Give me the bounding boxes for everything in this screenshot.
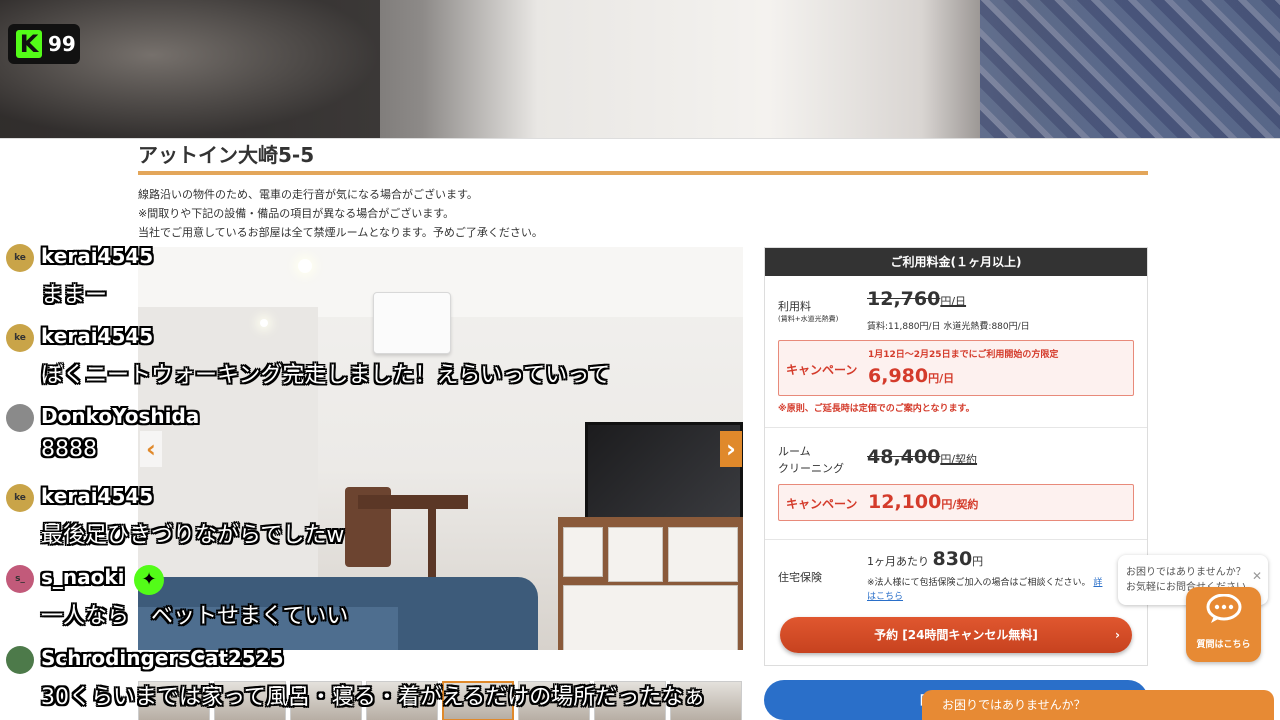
chat-username: SchrodingersCat2525 — [41, 646, 284, 670]
insurance-unit: 円 — [972, 555, 984, 568]
cleaning-campaign-label: キャンペーン — [786, 497, 858, 511]
next-photo-button[interactable]: › — [720, 431, 742, 467]
note-line: ※間取りや下記の設備・備品の項目が異なる場合がございます。 — [138, 207, 455, 220]
insurance-label: 住宅保険 — [778, 571, 822, 584]
reserve-button-label: 予約 [24時間キャンセル無料] — [874, 628, 1038, 642]
cleaning-campaign-box: キャンペーン 12,100円/契約 — [778, 484, 1134, 521]
insurance-detail-link[interactable]: はこちら — [867, 592, 903, 602]
chat-text: ぼくニートウォーキング完走しました！えらいっていって — [41, 363, 611, 388]
insurance-prefix: 1ヶ月あたり — [867, 555, 929, 568]
avatar: ke — [6, 244, 34, 272]
usage-regular-price-value: 12,760 — [867, 288, 941, 310]
help-bubble-line: お困りではありませんか？ — [1126, 567, 1246, 578]
subscriber-badge-icon: ✦ — [134, 565, 164, 595]
chat-username: kerai4545 — [41, 484, 154, 508]
pricing-panel: ご利用料金(１ヶ月以上) 利用料 (賃料+水道光熱費) 12,760円/日 賃料… — [764, 247, 1148, 666]
extension-note: ※原則、ご延長時は定価でのご案内となります。 — [778, 404, 975, 414]
dresser — [558, 517, 743, 650]
usage-campaign-period: 1月12日～2月25日までにご利用開始の方限定 — [868, 350, 1059, 360]
cleaning-regular-unit: 円/契約 — [940, 453, 978, 466]
chat-username: kerai4545 — [41, 324, 154, 348]
chat-username: s_naoki — [41, 565, 125, 589]
pricing-header: ご利用料金(１ヶ月以上) — [765, 248, 1147, 276]
listing-page: アットイン大崎5-5 線路沿いの物件のため、電車の走行音が気になる場合がございま… — [0, 138, 1280, 720]
usage-regular-price: 12,760円/日 — [867, 288, 966, 310]
usage-breakdown: 賃料:11,880円/日 水道光熱費:880円/日 — [867, 322, 1030, 332]
cleaning-campaign-unit: 円/契約 — [941, 498, 979, 511]
avatar: s_ — [6, 565, 34, 593]
viewer-count-badge: K 99 — [8, 24, 80, 64]
chevron-right-icon: › — [1115, 628, 1120, 642]
prev-photo-button[interactable]: ‹ — [140, 431, 162, 467]
chat-username: kerai4545 — [41, 244, 154, 268]
help-button-label: 質問はこちら — [1196, 640, 1251, 650]
avatar — [6, 646, 34, 674]
chat-bubble-icon — [1186, 587, 1261, 637]
room-photo[interactable] — [138, 247, 743, 650]
close-icon[interactable]: ✕ — [1252, 569, 1262, 584]
insurance-detail-link[interactable]: 詳 — [1093, 578, 1102, 588]
ceiling-light — [298, 259, 312, 273]
drawer — [563, 585, 738, 650]
chat-text: 8888 — [41, 437, 97, 462]
insurance-note-text: ※法人様にて包括保険ご加入の場合はご相談ください。 — [867, 578, 1091, 588]
usage-campaign-label: キャンペーン — [786, 363, 858, 377]
insurance-price: 830 — [932, 548, 973, 570]
desk — [358, 495, 468, 509]
cleaning-campaign-price: 12,100円/契約 — [868, 491, 978, 513]
usage-campaign-price: 6,980円/日 — [868, 365, 954, 387]
usage-campaign-box: キャンペーン 1月12日～2月25日までにご利用開始の方限定 6,980円/日 — [778, 340, 1134, 396]
cleaning-regular-price: 48,400円/契約 — [867, 446, 977, 468]
cleaning-label-line2: クリーニング — [778, 462, 844, 475]
usage-fee-label: 利用料 — [778, 300, 811, 313]
avatar: ke — [6, 484, 34, 512]
cleaning-campaign-price-value: 12,100 — [868, 491, 942, 513]
drawer — [668, 527, 738, 582]
listing-title: アットイン大崎5-5 — [138, 143, 315, 167]
chat-text: 30くらいまでは家って風呂・寝る・着がえるだけの場所だったなぁ — [41, 685, 706, 710]
webcam-background — [0, 0, 380, 138]
title-underline — [138, 171, 1148, 175]
chat-text: 一人なら ベットせまくていい — [41, 604, 349, 629]
divider — [765, 427, 1147, 428]
note-line: 線路沿いの物件のため、電車の走行音が気になる場合がございます。 — [138, 188, 478, 201]
viewer-count: 99 — [48, 32, 76, 56]
usage-regular-unit: 円/日 — [940, 295, 967, 308]
drawer — [608, 527, 663, 582]
help-chat-button[interactable]: 質問はこちら — [1186, 587, 1261, 662]
note-line: 当社でご用意しているお部屋は全て禁煙ルームとなります。予めご了承ください。 — [138, 226, 543, 239]
insurance-note: ※法人様にて包括保険ご加入の場合はご相談ください。 詳 はこちら — [867, 576, 1137, 604]
cleaning-regular-price-value: 48,400 — [867, 446, 941, 468]
divider — [765, 539, 1147, 540]
reserve-button[interactable]: 予約 [24時間キャンセル無料] › — [780, 617, 1132, 653]
usage-campaign-unit: 円/日 — [928, 372, 955, 385]
webcam-feed: K 99 — [0, 0, 1280, 138]
cleaning-label-line1: ルーム — [778, 445, 811, 458]
drawer — [563, 527, 603, 577]
usage-campaign-price-value: 6,980 — [868, 365, 929, 387]
usage-fee-sublabel: (賃料+水道光熱費) — [778, 315, 839, 323]
avatar: ke — [6, 324, 34, 352]
air-conditioner — [373, 292, 451, 354]
chat-text: 最後足ひきづりながらでしたw — [41, 523, 345, 548]
chat-username: DonkoYoshida — [41, 404, 200, 428]
ceiling-light — [260, 319, 268, 327]
chat-text: ままー — [41, 283, 108, 308]
help-bar[interactable]: お困りではありませんか？ — [922, 690, 1274, 720]
kick-logo-icon: K — [16, 30, 42, 58]
avatar — [6, 404, 34, 432]
listing-notes: 線路沿いの物件のため、電車の走行音が気になる場合がございます。 ※間取りや下記の… — [138, 185, 543, 242]
insurance-price-row: 1ヶ月あたり 830円 — [867, 548, 983, 570]
webcam-background-right — [980, 0, 1280, 138]
